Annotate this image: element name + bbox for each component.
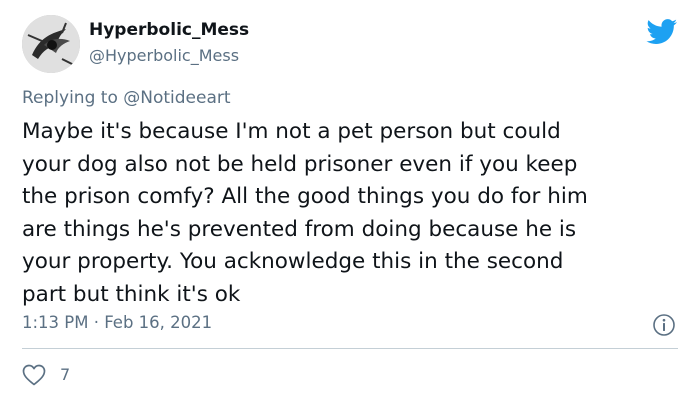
reply-mention-link[interactable]: @Notideeart xyxy=(123,88,230,108)
avatar-image xyxy=(22,15,80,73)
tweet-body-line: your property. You acknowledge this in t… xyxy=(22,249,564,274)
avatar[interactable] xyxy=(22,15,80,73)
reply-context: Replying to @Notideeart xyxy=(22,88,231,108)
tweet-body-line: your dog also not be held prisoner even … xyxy=(22,151,578,177)
twitter-bird-icon[interactable] xyxy=(646,19,678,45)
tweet-body-line: are things he's prevented from doing bec… xyxy=(22,216,577,242)
divider xyxy=(22,348,678,349)
heart-icon[interactable] xyxy=(22,364,46,386)
tweet-body-line: Maybe it's because I'm not a pet person … xyxy=(22,119,561,144)
info-icon[interactable] xyxy=(652,313,676,337)
reply-context-prefix: Replying to xyxy=(22,88,118,108)
author-display-name[interactable]: Hyperbolic_Mess xyxy=(89,20,249,40)
like-count: 7 xyxy=(60,365,71,384)
tweet-body-line: the prison comfy? All the good things yo… xyxy=(22,184,588,209)
tweet-timestamp[interactable]: 1:13 PM · Feb 16, 2021 xyxy=(22,313,212,332)
tweet-card: Hyperbolic_Mess @Hyperbolic_Mess Replyin… xyxy=(0,0,700,402)
author-handle[interactable]: @Hyperbolic_Mess xyxy=(89,46,239,65)
tweet-body-line: part but think it's ok xyxy=(22,281,241,307)
tweet-body: Maybe it's because I'm not a pet person … xyxy=(22,116,672,311)
